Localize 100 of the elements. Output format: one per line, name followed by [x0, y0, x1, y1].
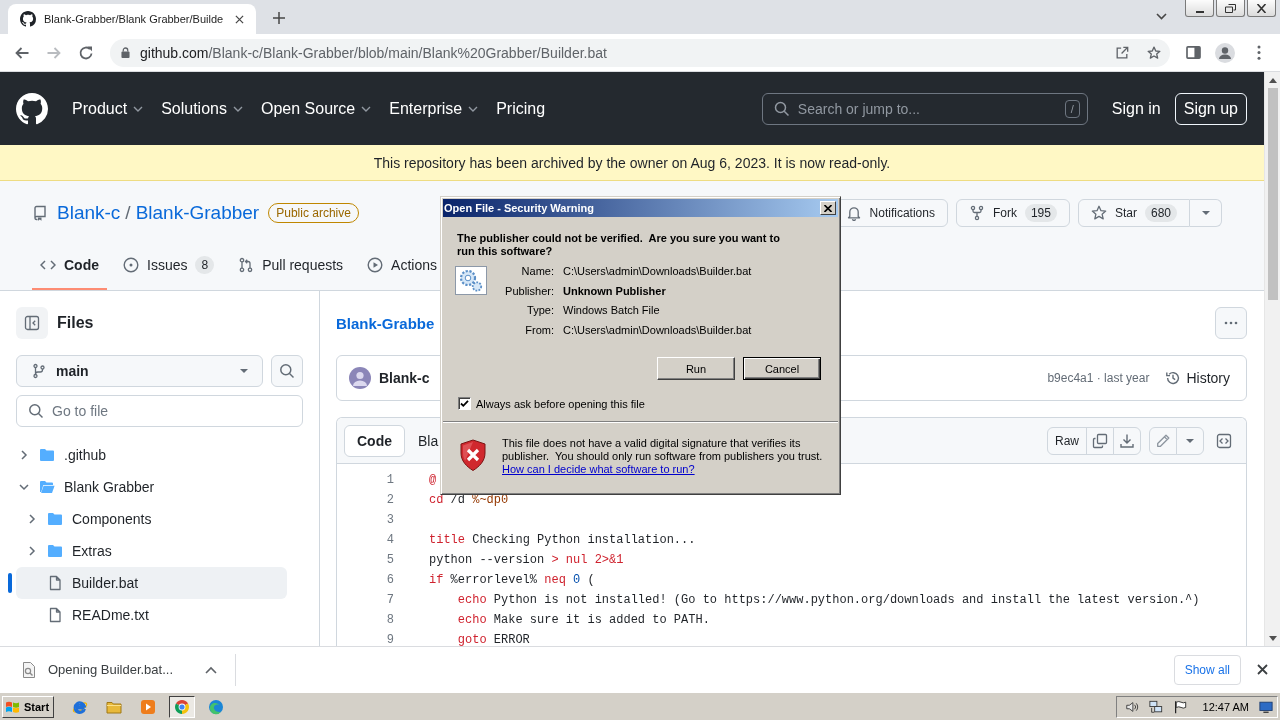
- bookmark-star-icon[interactable]: [1147, 45, 1161, 60]
- history-button[interactable]: History: [1165, 370, 1230, 386]
- close-icon[interactable]: [1257, 664, 1268, 675]
- line-number: 3: [385, 513, 394, 527]
- search-field[interactable]: Search or jump to... /: [761, 92, 1088, 125]
- dialog-button[interactable]: Run: [657, 357, 735, 380]
- dialog-close-button[interactable]: [820, 201, 836, 215]
- branch-button[interactable]: main: [16, 355, 264, 387]
- code-line: echo Make sure it is added to PATH.: [456, 613, 710, 627]
- sign-in-link[interactable]: Sign in: [1111, 99, 1161, 118]
- flag-icon[interactable]: [1172, 699, 1187, 714]
- download-item[interactable]: Opening Builder.bat...: [20, 653, 236, 686]
- line-number: 2: [385, 493, 394, 507]
- breadcrumb-link[interactable]: Blank-Grabbe: [336, 314, 435, 332]
- nav-menu-item[interactable]: Solutions: [161, 99, 243, 118]
- minimize-icon: [1195, 10, 1204, 13]
- play-icon: [140, 698, 157, 715]
- chevron-down-icon: [468, 105, 479, 112]
- repo-tab[interactable]: Actions: [359, 242, 445, 290]
- raw-button[interactable]: Raw: [1047, 426, 1087, 455]
- network-icon[interactable]: [1148, 699, 1163, 714]
- repo-name-link[interactable]: Blank-Grabber: [135, 202, 260, 224]
- download-icon: [1119, 432, 1135, 449]
- star-button[interactable]: Star 680: [1077, 199, 1190, 227]
- cat-logo-icon: [20, 11, 36, 27]
- chevron-down-icon[interactable]: [1156, 13, 1167, 20]
- tree-item[interactable]: READme.txt: [16, 599, 287, 631]
- checkbox-label[interactable]: Always ask before opening this file: [476, 397, 645, 410]
- owner-link[interactable]: Blank-c: [57, 202, 121, 224]
- view-tab[interactable]: Code: [344, 424, 405, 457]
- counter: 8: [195, 256, 215, 274]
- file-icon: [47, 575, 63, 591]
- code-line: python --version > nul 2>&1: [429, 553, 624, 567]
- edit-button[interactable]: [1149, 426, 1177, 455]
- play-icon: [367, 257, 384, 273]
- side-panel-icon[interactable]: [1186, 46, 1201, 59]
- pull-request-icon: [238, 257, 255, 273]
- monitor-icon[interactable]: [1259, 699, 1273, 714]
- chevron-up-icon[interactable]: [205, 665, 217, 674]
- field-label: Name:: [520, 264, 554, 279]
- taskbar-button[interactable]: [169, 695, 196, 718]
- share-icon[interactable]: [1115, 45, 1129, 60]
- tree-item[interactable]: Extras: [16, 535, 287, 567]
- symbols-icon[interactable]: [1216, 432, 1232, 449]
- field-label: Type:: [526, 303, 554, 318]
- repo-tab[interactable]: Pull requests: [230, 242, 352, 290]
- profile-icon[interactable]: [1215, 42, 1235, 63]
- nav-menu-item[interactable]: Open Source: [260, 99, 372, 118]
- fork-button[interactable]: Fork 195: [955, 199, 1070, 227]
- help-link[interactable]: How can I decide what software to run?: [502, 463, 695, 475]
- nav-menu-item[interactable]: Pricing: [496, 99, 546, 118]
- caret-down-icon: [1186, 438, 1194, 443]
- scrollbar[interactable]: [1264, 72, 1280, 646]
- cat-logo-icon[interactable]: [16, 92, 48, 125]
- plus-icon[interactable]: [273, 12, 286, 24]
- tree-item[interactable]: .github: [16, 439, 287, 471]
- scrollbar-thumb[interactable]: [1267, 88, 1278, 300]
- dialog-question: The publisher could not be verified. Are you sure you want to run this software?: [457, 232, 781, 258]
- author-avatar: [349, 367, 371, 389]
- chevron-down-icon: [133, 105, 144, 112]
- fork-icon: [968, 205, 985, 221]
- folder-icon: [47, 511, 63, 527]
- field-value: Unknown Publisher: [563, 283, 667, 299]
- search-button[interactable]: [271, 355, 303, 387]
- close-icon[interactable]: [235, 14, 245, 24]
- download-button[interactable]: [1113, 426, 1141, 455]
- checkbox[interactable]: [458, 397, 471, 410]
- field-label: From:: [524, 322, 554, 338]
- restore-button[interactable]: [1216, 0, 1245, 17]
- speaker-icon[interactable]: [1124, 699, 1139, 714]
- history-icon: [1165, 370, 1182, 386]
- tree-item[interactable]: Components: [16, 503, 287, 535]
- line-number: 5: [385, 553, 394, 567]
- nav-menu-item[interactable]: Product: [72, 99, 144, 118]
- scroll-down-icon[interactable]: [1268, 636, 1277, 641]
- search-icon: [773, 100, 790, 117]
- error-shield-icon: [459, 439, 487, 472]
- tree-item[interactable]: Blank Grabber: [16, 471, 287, 503]
- sign-up-button[interactable]: Sign up: [1174, 92, 1247, 125]
- nav-menu-item[interactable]: Enterprise: [389, 99, 479, 118]
- copy-button[interactable]: [1086, 426, 1114, 455]
- code-line: @: [429, 473, 437, 487]
- menu-icon[interactable]: [1257, 45, 1261, 60]
- browser-tab[interactable]: Blank-Grabber/Blank Grabber/Builde: [8, 4, 257, 34]
- scroll-up-icon[interactable]: [1268, 78, 1277, 83]
- reload-icon[interactable]: [78, 44, 94, 61]
- sidebar-toggle-button[interactable]: [16, 307, 48, 339]
- address-field[interactable]: github.com/Blank-c/Blank-Grabber/blob/main/Blank%20Grabber/Builder.bat: [110, 38, 1170, 67]
- start-button[interactable]: Start: [2, 695, 55, 718]
- commit-author[interactable]: Blank-c: [379, 370, 430, 386]
- close-button[interactable]: [1247, 0, 1276, 17]
- minimize-button[interactable]: [1185, 0, 1214, 17]
- chevron-down-icon: [361, 105, 372, 112]
- view-tab[interactable]: Bla: [405, 424, 452, 457]
- show-all-button[interactable]: Show all: [1173, 654, 1241, 685]
- counter: 680: [1144, 204, 1177, 222]
- repo-tab[interactable]: Issues 8: [115, 242, 223, 290]
- dialog-button[interactable]: Cancel: [743, 357, 821, 380]
- file-search-field[interactable]: Go to file: [16, 395, 303, 427]
- repo-tab[interactable]: Code: [32, 242, 107, 290]
